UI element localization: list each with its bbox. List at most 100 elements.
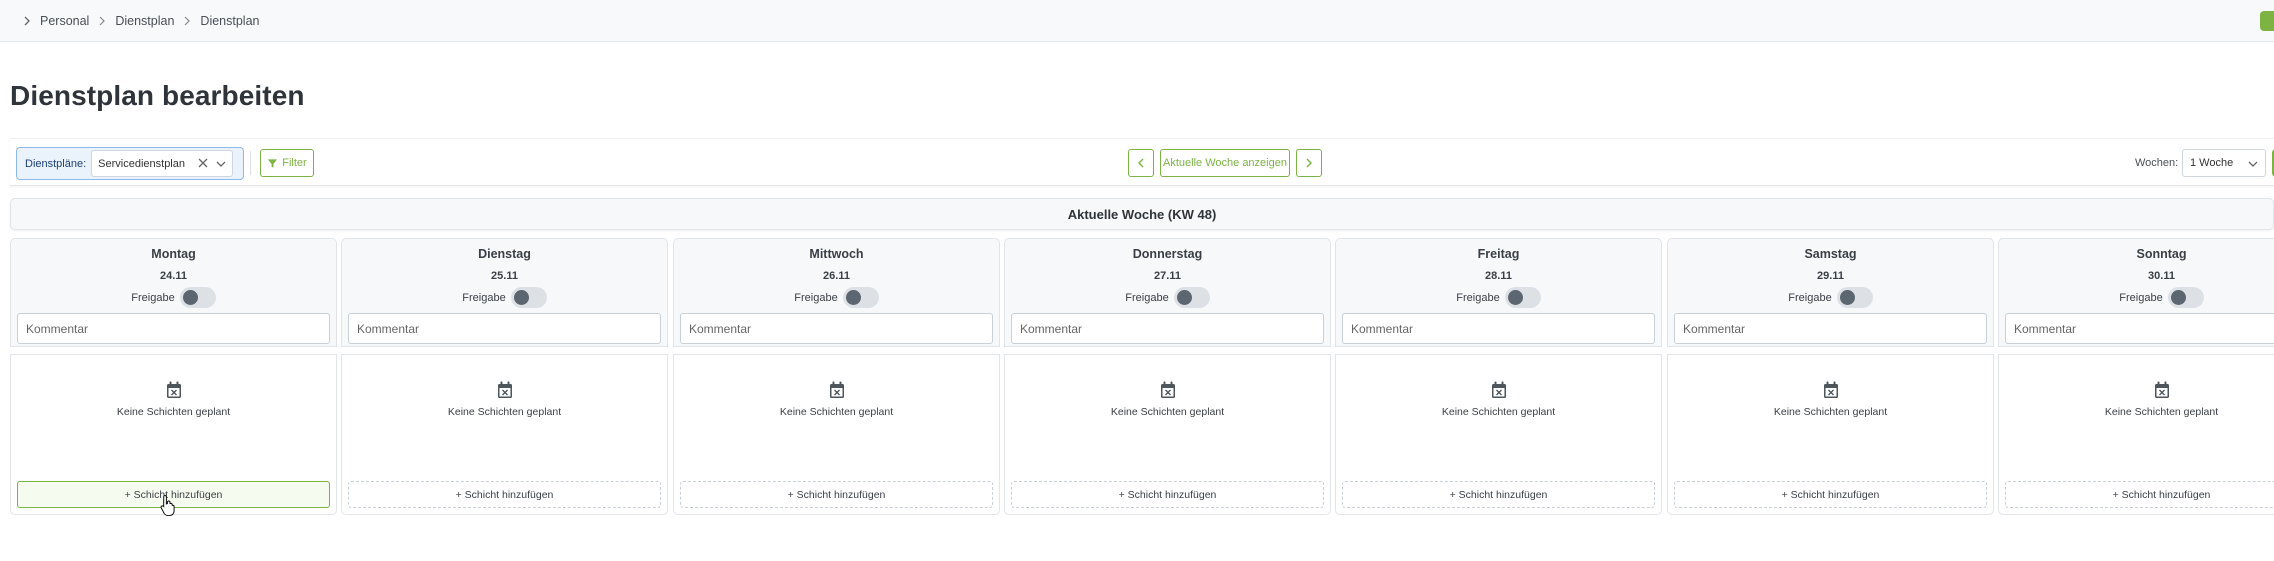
breadcrumb-item-personal[interactable]: Personal xyxy=(40,14,89,28)
day-header: Sonntag 30.11 Freigabe xyxy=(1998,238,2274,347)
release-label: Freigabe xyxy=(794,291,838,304)
chevron-right-icon xyxy=(99,16,106,26)
release-toggle[interactable] xyxy=(179,287,216,308)
release-row: Freigabe xyxy=(1336,287,1661,308)
comment-input[interactable] xyxy=(2005,313,2274,344)
toggle-knob xyxy=(845,290,861,305)
day-name: Montag xyxy=(151,247,196,261)
release-row: Freigabe xyxy=(342,287,667,308)
day-name: Sonntag xyxy=(2136,247,2187,261)
add-shift-button[interactable]: + Schicht hinzufügen xyxy=(680,481,993,508)
release-toggle[interactable] xyxy=(510,287,547,308)
release-row: Freigabe xyxy=(674,287,999,308)
shift-area: Keine Schichten geplant + Schicht hinzuf… xyxy=(10,354,337,515)
week-header: Aktuelle Woche (KW 48) xyxy=(10,198,2274,230)
comment-input[interactable] xyxy=(1011,313,1324,344)
breadcrumb-item-dienstplan[interactable]: Dienstplan xyxy=(115,14,174,28)
day-column: Freitag 28.11 Freigabe Keine Schichten g… xyxy=(1335,238,1662,515)
release-label: Freigabe xyxy=(2119,291,2163,304)
current-week-button[interactable]: Aktuelle Woche anzeigen xyxy=(1160,149,1290,177)
shift-area: Keine Schichten geplant + Schicht hinzuf… xyxy=(1004,354,1331,515)
comment-input[interactable] xyxy=(17,313,330,344)
release-label: Freigabe xyxy=(131,291,175,304)
toggle-knob xyxy=(2170,290,2186,305)
shift-area: Keine Schichten geplant + Schicht hinzuf… xyxy=(673,354,1000,515)
toolbar: Dienstpläne: Servicedienstplan Filter Ak… xyxy=(10,138,2274,186)
topbar-action-button[interactable] xyxy=(2260,11,2274,31)
plans-select[interactable]: Servicedienstplan xyxy=(91,150,234,177)
day-column: Samstag 29.11 Freigabe Keine Schichten g… xyxy=(1667,238,1994,515)
add-shift-button[interactable]: + Schicht hinzufügen xyxy=(348,481,661,508)
toggle-knob xyxy=(1839,290,1855,305)
release-toggle[interactable] xyxy=(2167,287,2204,308)
clear-icon[interactable] xyxy=(196,156,210,170)
release-row: Freigabe xyxy=(1005,287,1330,308)
release-label: Freigabe xyxy=(1788,291,1832,304)
chevron-down-icon xyxy=(2248,161,2258,167)
release-row: Freigabe xyxy=(1668,287,1993,308)
filter-button[interactable]: Filter xyxy=(260,149,314,177)
day-date: 26.11 xyxy=(823,270,850,282)
release-label: Freigabe xyxy=(462,291,506,304)
day-header: Dienstag 25.11 Freigabe xyxy=(341,238,668,347)
release-row: Freigabe xyxy=(1999,287,2274,308)
day-date: 29.11 xyxy=(1817,270,1844,282)
day-date: 27.11 xyxy=(1154,270,1181,282)
comment-input[interactable] xyxy=(680,313,993,344)
breadcrumb-item-current: Dienstplan xyxy=(200,14,260,28)
comment-input[interactable] xyxy=(348,313,661,344)
add-shift-button[interactable]: + Schicht hinzufügen xyxy=(1342,481,1655,508)
previous-week-button[interactable] xyxy=(1128,149,1154,177)
day-column: Dienstag 25.11 Freigabe Keine Schichten … xyxy=(341,238,668,515)
toggle-knob xyxy=(513,290,529,305)
plans-filter: Dienstpläne: Servicedienstplan xyxy=(16,147,244,180)
toggle-knob xyxy=(182,290,198,305)
chevron-right-icon xyxy=(184,16,191,26)
shift-area: Keine Schichten geplant + Schicht hinzuf… xyxy=(1335,354,1662,515)
add-shift-button[interactable]: + Schicht hinzufügen xyxy=(2005,481,2274,508)
plans-label: Dienstpläne: xyxy=(25,157,87,170)
empty-state-text: Keine Schichten geplant xyxy=(1110,406,1225,418)
empty-state-text: Keine Schichten geplant xyxy=(1441,406,1556,418)
day-name: Donnerstag xyxy=(1132,247,1203,261)
toolbar-divider xyxy=(250,151,251,175)
day-date: 25.11 xyxy=(491,270,518,282)
weeks-select-value: 1 Woche xyxy=(2190,157,2234,169)
chevron-right-icon xyxy=(24,16,30,26)
calendar-x-icon xyxy=(166,381,181,398)
release-toggle[interactable] xyxy=(1836,287,1873,308)
comment-input[interactable] xyxy=(1342,313,1655,344)
release-toggle[interactable] xyxy=(1173,287,1210,308)
calendar-x-icon xyxy=(1491,381,1506,398)
day-header: Samstag 29.11 Freigabe xyxy=(1667,238,1994,347)
release-label: Freigabe xyxy=(1125,291,1169,304)
add-shift-button[interactable]: + Schicht hinzufügen xyxy=(1674,481,1987,508)
calendar-x-icon xyxy=(497,381,512,398)
day-name: Mittwoch xyxy=(809,247,864,261)
toggle-knob xyxy=(1176,290,1192,305)
day-name: Freitag xyxy=(1477,247,1520,261)
day-column: Donnerstag 27.11 Freigabe Keine Schichte… xyxy=(1004,238,1331,515)
comment-input[interactable] xyxy=(1674,313,1987,344)
add-shift-button[interactable]: + Schicht hinzufügen xyxy=(1011,481,1324,508)
weeks-label: Wochen: xyxy=(2135,157,2179,169)
calendar-x-icon xyxy=(1823,381,1838,398)
day-header: Montag 24.11 Freigabe xyxy=(10,238,337,347)
release-row: Freigabe xyxy=(11,287,336,308)
chevron-down-icon xyxy=(216,161,226,167)
release-toggle[interactable] xyxy=(1504,287,1541,308)
empty-state-text: Keine Schichten geplant xyxy=(447,406,562,418)
filter-icon xyxy=(268,158,278,168)
day-column: Sonntag 30.11 Freigabe Keine Schichten g… xyxy=(1998,238,2274,515)
day-name: Samstag xyxy=(1804,247,1857,261)
weeks-select[interactable]: 1 Woche xyxy=(2182,149,2266,177)
day-date: 30.11 xyxy=(2148,270,2175,282)
breadcrumb: Personal Dienstplan Dienstplan xyxy=(20,14,260,28)
empty-state-text: Keine Schichten geplant xyxy=(2104,406,2219,418)
day-date: 24.11 xyxy=(160,270,187,282)
release-toggle[interactable] xyxy=(842,287,879,308)
plans-select-value: Servicedienstplan xyxy=(98,157,185,170)
top-bar: Personal Dienstplan Dienstplan xyxy=(0,0,2274,42)
next-week-button[interactable] xyxy=(1296,149,1322,177)
shift-area: Keine Schichten geplant + Schicht hinzuf… xyxy=(341,354,668,515)
